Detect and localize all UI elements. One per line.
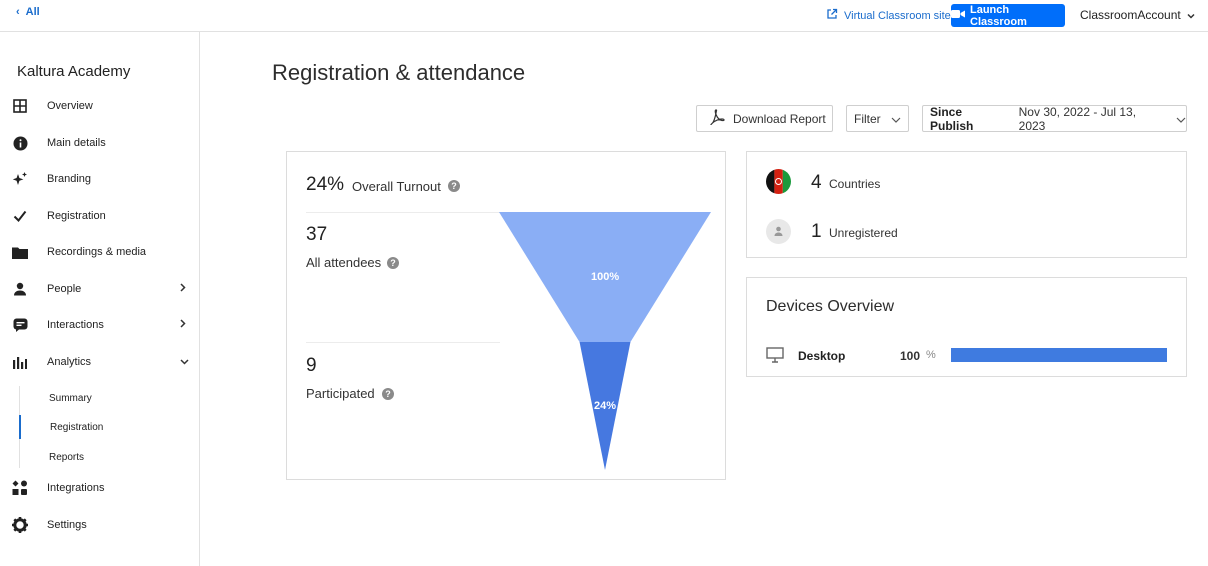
divider (306, 212, 500, 213)
chevron-left-icon: ‹ (16, 6, 20, 18)
sidebar-item-people[interactable]: People (0, 274, 199, 304)
check-icon (12, 208, 28, 224)
sidebar-item-label: People (47, 283, 82, 295)
participated-value: 9 (306, 355, 317, 376)
chevron-down-icon (1187, 8, 1195, 22)
sidebar-subitem-label: Registration (50, 421, 104, 433)
overall-turnout-label: Overall Turnout (352, 179, 441, 194)
device-progress-track (951, 348, 1167, 362)
sidebar-item-label: Integrations (47, 482, 105, 494)
filter-dropdown[interactable]: Filter (846, 105, 909, 132)
chevron-down-icon (1176, 112, 1186, 126)
unregistered-count: 1 (811, 221, 822, 242)
help-icon[interactable]: ? (387, 257, 399, 269)
folder-icon (12, 244, 28, 260)
sidebar: Kaltura Academy Overview Main details Br… (0, 32, 200, 566)
virtual-classroom-label: Virtual Classroom site (844, 9, 951, 22)
page-title: Registration & attendance (272, 60, 526, 85)
virtual-classroom-site-link[interactable]: Virtual Classroom site (826, 8, 951, 23)
sidebar-item-integrations[interactable]: Integrations (0, 473, 199, 503)
turnout-funnel-card: 24% Overall Turnout ? 37 All attendees ?… (286, 151, 726, 480)
sidebar-item-registration[interactable]: Registration (0, 201, 199, 231)
account-menu[interactable]: ClassroomAccount (1080, 8, 1195, 22)
launch-classroom-button[interactable]: Launch Classroom (951, 3, 1065, 28)
chevron-down-icon (180, 356, 189, 368)
since-publish-label: Since Publish (930, 104, 974, 133)
help-icon[interactable]: ? (382, 388, 394, 400)
sidebar-item-label: Recordings & media (47, 246, 147, 258)
device-percent-sign: % (926, 349, 936, 361)
gear-icon (12, 517, 28, 533)
unregistered-label: Unregistered (829, 226, 898, 240)
sidebar-item-label: Main details (47, 137, 106, 149)
funnel-top-percent: 100% (591, 271, 620, 283)
launch-classroom-label: Launch Classroom (970, 3, 1027, 28)
top-bar: ‹ All Virtual Classroom site Launch Clas… (0, 0, 1208, 32)
chevron-right-icon (180, 283, 186, 295)
sidebar-item-overview[interactable]: Overview (0, 91, 199, 121)
all-attendees-label: All attendees (306, 255, 382, 270)
sidebar-item-recordings-media[interactable]: Recordings & media (0, 237, 199, 267)
sidebar-item-label: Settings (47, 519, 87, 531)
sidebar-item-interactions[interactable]: Interactions (0, 310, 199, 340)
countries-label: Countries (829, 177, 881, 191)
sidebar-brand: Kaltura Academy (17, 63, 131, 80)
sidebar-item-analytics[interactable]: Analytics (0, 347, 199, 377)
sidebar-item-branding[interactable]: Branding (0, 164, 199, 194)
funnel-bottom-percent: 24% (594, 400, 617, 412)
countries-count: 4 (811, 172, 822, 193)
user-icon (766, 219, 791, 244)
turnout-funnel-chart (499, 212, 711, 470)
pdf-icon (709, 109, 725, 128)
devices-overview-title: Devices Overview (766, 298, 895, 315)
device-progress-fill (951, 348, 1167, 362)
countries-summary-card: 4 Countries 1 Unregistered (746, 151, 1187, 258)
sparkle-icon (12, 171, 28, 187)
download-report-button[interactable]: Download Report (696, 105, 833, 132)
account-label: ClassroomAccount (1080, 8, 1181, 22)
sidebar-item-settings[interactable]: Settings (0, 510, 199, 540)
sidebar-item-label: Interactions (47, 319, 104, 331)
video-camera-icon (951, 9, 965, 22)
download-report-label: Download Report (733, 111, 826, 126)
back-all-link[interactable]: ‹ All (16, 6, 40, 18)
chat-icon (12, 317, 28, 333)
sidebar-item-label: Overview (47, 100, 93, 112)
date-range-value: Nov 30, 2022 - Jul 13, 2023 (1018, 104, 1137, 133)
bar-chart-icon (12, 354, 28, 370)
sidebar-item-label: Branding (47, 173, 92, 185)
chevron-down-icon (891, 112, 901, 126)
country-flag-icon (766, 169, 791, 194)
sidebar-item-label: Registration (47, 210, 106, 222)
sidebar-subitem-label: Reports (49, 451, 85, 463)
participated-label: Participated (306, 386, 375, 401)
device-percent: 100 (900, 349, 921, 363)
all-attendees-value: 37 (306, 224, 328, 245)
sidebar-subitem-registration[interactable]: Registration (19, 415, 199, 439)
sidebar-item-main-details[interactable]: Main details (0, 128, 199, 158)
sidebar-item-label: Analytics (47, 356, 92, 368)
chevron-right-icon (180, 319, 186, 331)
monitor-icon (766, 347, 784, 368)
external-link-icon (826, 8, 838, 23)
devices-overview-card: Devices Overview Desktop 100 % (746, 277, 1187, 377)
overall-turnout-value: 24% (306, 174, 345, 195)
sidebar-subitem-summary[interactable]: Summary (19, 386, 199, 410)
sidebar-subitem-label: Summary (49, 392, 92, 404)
person-icon (12, 281, 28, 297)
sidebar-subitem-reports[interactable]: Reports (19, 445, 199, 469)
filter-label: Filter (854, 111, 881, 126)
info-icon (12, 135, 28, 151)
apps-icon (12, 480, 28, 496)
device-name: Desktop (798, 349, 846, 363)
help-icon[interactable]: ? (448, 180, 460, 192)
date-range-dropdown[interactable]: Since Publish Nov 30, 2022 - Jul 13, 202… (922, 104, 1187, 133)
grid-icon (12, 98, 28, 114)
divider (306, 342, 500, 343)
back-all-label: All (25, 6, 40, 18)
